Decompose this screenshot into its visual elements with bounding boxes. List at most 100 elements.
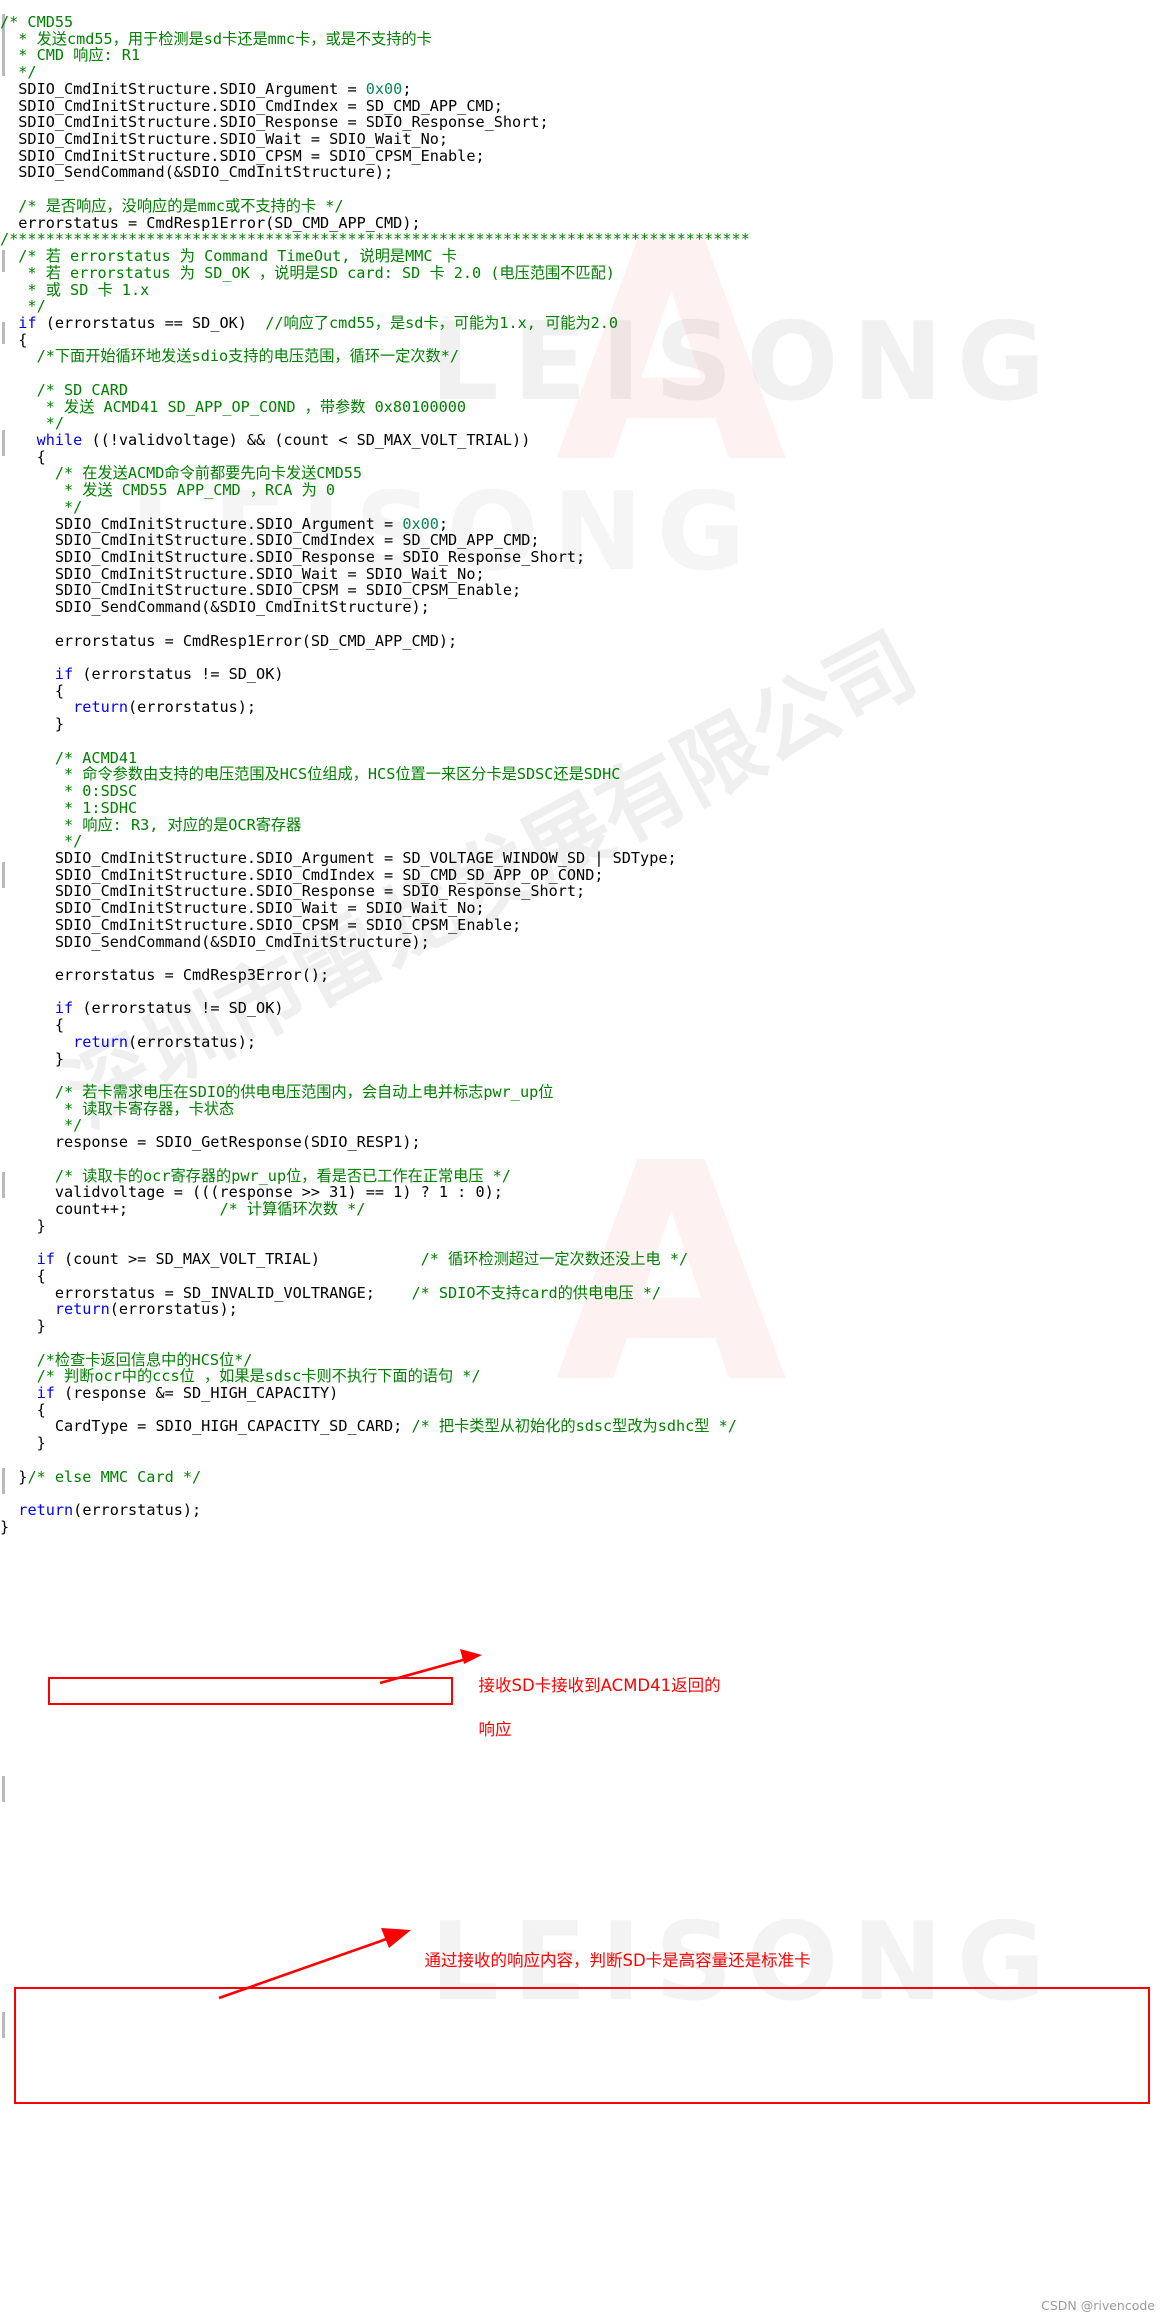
code-line[interactable]: */ (0, 415, 750, 432)
code-line[interactable]: * 读取卡寄存器，卡状态 (0, 1100, 750, 1118)
code-line[interactable]: SDIO_SendCommand(&SDIO_CmdInitStructure)… (0, 164, 750, 181)
code-line[interactable]: SDIO_CmdInitStructure.SDIO_CPSM = SDIO_C… (0, 917, 750, 934)
code-line[interactable] (0, 1234, 750, 1251)
code-line[interactable]: * 或 SD 卡 1.x (0, 281, 750, 299)
code-line[interactable]: { (0, 1401, 750, 1419)
code-line[interactable]: SDIO_CmdInitStructure.SDIO_Response = SD… (0, 883, 750, 900)
code-line[interactable]: /* ACMD41 (0, 749, 750, 767)
code-line[interactable]: SDIO_CmdInitStructure.SDIO_Wait = SDIO_W… (0, 565, 750, 583)
code-line[interactable]: if (response &= SD_HIGH_CAPACITY) (0, 1385, 750, 1402)
code-line[interactable] (0, 733, 750, 750)
code-line[interactable]: } (0, 1050, 750, 1068)
code-line[interactable] (0, 950, 750, 967)
annotation-line-1: 通过接收的响应内容，判断SD卡是高容量还是标准卡 (424, 1951, 811, 1970)
code-line[interactable]: SDIO_CmdInitStructure.SDIO_Argument = SD… (0, 850, 750, 867)
code-line[interactable]: * 发送cmd55，用于检测是sd卡还是mmc卡，或是不支持的卡 (0, 30, 750, 48)
code-line[interactable] (0, 1067, 750, 1084)
code-line[interactable]: /* 是否响应，没响应的是mmc或不支持的卡 */ (0, 198, 750, 215)
code-line[interactable] (0, 649, 750, 666)
code-line[interactable]: SDIO_SendCommand(&SDIO_CmdInitStructure)… (0, 599, 750, 616)
code-line[interactable]: } (0, 1218, 750, 1235)
code-line[interactable]: SDIO_CmdInitStructure.SDIO_Argument = 0x… (0, 81, 750, 98)
annotation-line-2: 响应 (478, 1720, 512, 1739)
code-line[interactable]: /* 若 errorstatus 为 Command TimeOut, 说明是M… (0, 248, 750, 265)
code-line[interactable]: * CMD 响应: R1 (0, 47, 750, 64)
code-line[interactable]: */ (0, 498, 750, 516)
code-line[interactable]: /***************************************… (0, 231, 750, 248)
annotation-arrow-response (379, 1649, 482, 1685)
code-line[interactable]: * 发送 ACMD41 SD_APP_OP_COND ，带参数 0x801000… (0, 398, 750, 416)
code-line[interactable]: * 命令参数由支持的电压范围及HCS位组成，HCS位置一来区分卡是SDSC还是S… (0, 766, 750, 783)
highlight-box-hcs-check (14, 1987, 1150, 2104)
code-line[interactable]: SDIO_CmdInitStructure.SDIO_CPSM = SDIO_C… (0, 148, 750, 165)
annotation-capacity-judgement: 通过接收的响应内容，判断SD卡是高容量还是标准卡 (414, 1928, 811, 1972)
code-line[interactable] (0, 1452, 750, 1469)
code-line[interactable]: SDIO_CmdInitStructure.SDIO_Argument = 0x… (0, 515, 750, 533)
code-line[interactable]: /* 在发送ACMD命令前都要先向卡发送CMD55 (0, 465, 750, 482)
code-line[interactable]: { (0, 1268, 750, 1285)
code-line[interactable]: return(errorstatus); (0, 1301, 750, 1318)
code-line[interactable]: */ (0, 298, 750, 315)
code-line[interactable]: SDIO_CmdInitStructure.SDIO_Response = SD… (0, 549, 750, 566)
code-line[interactable]: SDIO_SendCommand(&SDIO_CmdInitStructure)… (0, 933, 750, 951)
code-line[interactable]: */ (0, 833, 750, 850)
code-line[interactable]: } (0, 1435, 750, 1452)
code-line[interactable]: * 0:SDSC (0, 783, 750, 800)
code-line[interactable] (0, 181, 750, 198)
annotation-acmd41-response: 接收SD卡接收到ACMD41返回的 响应 (468, 1653, 721, 1741)
code-line[interactable]: response = SDIO_GetResponse(SDIO_RESP1); (0, 1134, 750, 1151)
code-line[interactable]: errorstatus = CmdResp1Error(SD_CMD_APP_C… (0, 632, 750, 650)
code-line[interactable]: */ (0, 64, 750, 81)
code-line[interactable]: { (0, 683, 750, 700)
code-line[interactable]: /* CMD55 (0, 14, 750, 31)
code-line[interactable]: SDIO_CmdInitStructure.SDIO_Wait = SDIO_W… (0, 900, 750, 917)
code-block[interactable]: /* CMD55 * 发送cmd55，用于检测是sd卡还是mmc卡，或是不支持的… (0, 0, 750, 1535)
code-line[interactable] (0, 1151, 750, 1168)
fold-mark[interactable] (2, 2012, 5, 2038)
code-line[interactable]: errorstatus = CmdResp3Error(); (0, 967, 750, 984)
code-line[interactable]: SDIO_CmdInitStructure.SDIO_CPSM = SDIO_C… (0, 582, 750, 599)
code-line[interactable]: * 发送 CMD55 APP_CMD ，RCA 为 0 (0, 482, 750, 499)
code-line[interactable]: count++; /* 计算循环次数 */ (0, 1201, 750, 1218)
code-line[interactable]: CardType = SDIO_HIGH_CAPACITY_SD_CARD; /… (0, 1418, 750, 1435)
code-line[interactable] (0, 365, 750, 382)
code-line[interactable]: if (count >= SD_MAX_VOLT_TRIAL) /* 循环检测超… (0, 1251, 750, 1268)
code-line[interactable]: validvoltage = (((response >> 31) == 1) … (0, 1184, 750, 1201)
code-line[interactable]: /* SD CARD (0, 381, 750, 399)
code-line[interactable]: /* 若卡需求电压在SDIO的供电电压范围内，会自动上电并标志pwr_up位 (0, 1084, 750, 1101)
code-line[interactable]: SDIO_CmdInitStructure.SDIO_CmdIndex = SD… (0, 866, 750, 884)
code-line[interactable]: /*下面开始循环地发送sdio支持的电压范围，循环一定次数*/ (0, 348, 750, 365)
code-line[interactable]: while ((!validvoltage) && (count < SD_MA… (0, 432, 750, 449)
code-line[interactable]: */ (0, 1117, 750, 1134)
code-line[interactable]: SDIO_CmdInitStructure.SDIO_CmdIndex = SD… (0, 97, 750, 115)
code-line[interactable]: { (0, 331, 750, 349)
code-line[interactable]: * 1:SDHC (0, 799, 750, 817)
code-line[interactable]: { (0, 448, 750, 466)
code-line[interactable]: return(errorstatus); (0, 1033, 750, 1051)
code-line[interactable]: * 响应: R3, 对应的是OCR寄存器 (0, 816, 750, 834)
code-line[interactable] (0, 616, 750, 633)
code-line[interactable]: { (0, 1017, 750, 1034)
code-line[interactable] (0, 984, 750, 1001)
code-line[interactable]: SDIO_CmdInitStructure.SDIO_CmdIndex = SD… (0, 532, 750, 549)
code-line[interactable]: /* 判断ocr中的ccs位 ，如果是sdsc卡则不执行下面的语句 */ (0, 1368, 750, 1385)
code-line[interactable]: /*检查卡返回信息中的HCS位*/ (0, 1351, 750, 1369)
code-line[interactable]: } (0, 716, 750, 733)
code-line[interactable]: } (0, 1318, 750, 1335)
code-line[interactable]: errorstatus = SD_INVALID_VOLTRANGE; /* S… (0, 1284, 750, 1302)
code-line[interactable]: * 若 errorstatus 为 SD_OK ，说明是SD card: SD … (0, 264, 750, 282)
code-line[interactable]: SDIO_CmdInitStructure.SDIO_Wait = SDIO_W… (0, 131, 750, 148)
code-line[interactable]: errorstatus = CmdResp1Error(SD_CMD_APP_C… (0, 214, 750, 232)
code-line[interactable]: return(errorstatus); (0, 1502, 750, 1519)
code-line[interactable]: }/* else MMC Card */ (0, 1468, 750, 1486)
code-line[interactable]: SDIO_CmdInitStructure.SDIO_Response = SD… (0, 114, 750, 131)
code-line[interactable]: } (0, 1518, 750, 1536)
code-line[interactable] (0, 1485, 750, 1502)
fold-mark[interactable] (2, 1776, 5, 1802)
code-line[interactable] (0, 1335, 750, 1352)
code-line[interactable]: if (errorstatus != SD_OK) (0, 666, 750, 683)
code-line[interactable]: return(errorstatus); (0, 699, 750, 716)
code-line[interactable]: /* 读取卡的ocr寄存器的pwr_up位，看是否已工作在正常电压 */ (0, 1167, 750, 1185)
code-line[interactable]: if (errorstatus != SD_OK) (0, 1000, 750, 1017)
code-line[interactable]: if (errorstatus == SD_OK) //响应了cmd55，是sd… (0, 315, 750, 332)
